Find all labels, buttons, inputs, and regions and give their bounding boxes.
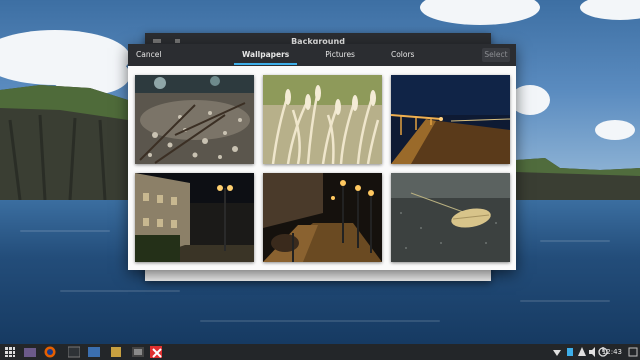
update-icon[interactable] xyxy=(565,346,577,358)
wave xyxy=(20,230,110,232)
screenshot-icon[interactable] xyxy=(150,346,162,358)
wave xyxy=(540,240,610,242)
wave xyxy=(60,290,180,292)
cancel-button[interactable]: Cancel xyxy=(136,48,161,62)
wallpaper-thumbnail-boardwalk[interactable] xyxy=(391,75,510,164)
file-manager-icon[interactable] xyxy=(24,346,36,358)
show-desktop-icon[interactable] xyxy=(628,346,640,358)
software-center-icon[interactable] xyxy=(132,346,144,358)
firefox-icon[interactable] xyxy=(44,346,56,358)
screenshot-icon[interactable] xyxy=(110,346,122,358)
taskbar: 12:43 xyxy=(0,344,640,360)
clock[interactable]: 12:43 xyxy=(602,344,622,360)
dialog-headerbar: Cancel Wallpapers Pictures Colors Select xyxy=(128,44,516,66)
tab-pictures[interactable]: Pictures xyxy=(307,44,373,66)
wallpaper-thumbnail-promenade[interactable] xyxy=(263,173,382,262)
view-switcher: Wallpapers Pictures Colors xyxy=(224,44,432,66)
application-menu-icon[interactable] xyxy=(4,346,16,358)
wallpaper-thumbnail-grass[interactable] xyxy=(263,75,382,164)
terminal-icon[interactable] xyxy=(68,346,80,358)
image-viewer-icon[interactable] xyxy=(88,346,100,358)
wallpaper-grid xyxy=(135,75,510,263)
select-button[interactable]: Select xyxy=(482,48,510,62)
wallpaper-thumbnail-leaf[interactable] xyxy=(391,173,510,262)
wallpaper-thumbnail-street[interactable] xyxy=(135,173,254,262)
menu-icon[interactable] xyxy=(153,39,161,43)
tab-wallpapers[interactable]: Wallpapers xyxy=(224,44,307,66)
network-icon[interactable] xyxy=(552,346,564,358)
tab-colors[interactable]: Colors xyxy=(373,44,433,66)
back-icon[interactable] xyxy=(175,39,180,43)
wave xyxy=(520,300,610,302)
wallpaper-chooser-dialog: Cancel Wallpapers Pictures Colors Select xyxy=(128,44,516,270)
wallpaper-thumbnail-pebbles[interactable] xyxy=(135,75,254,164)
wave xyxy=(200,320,440,322)
